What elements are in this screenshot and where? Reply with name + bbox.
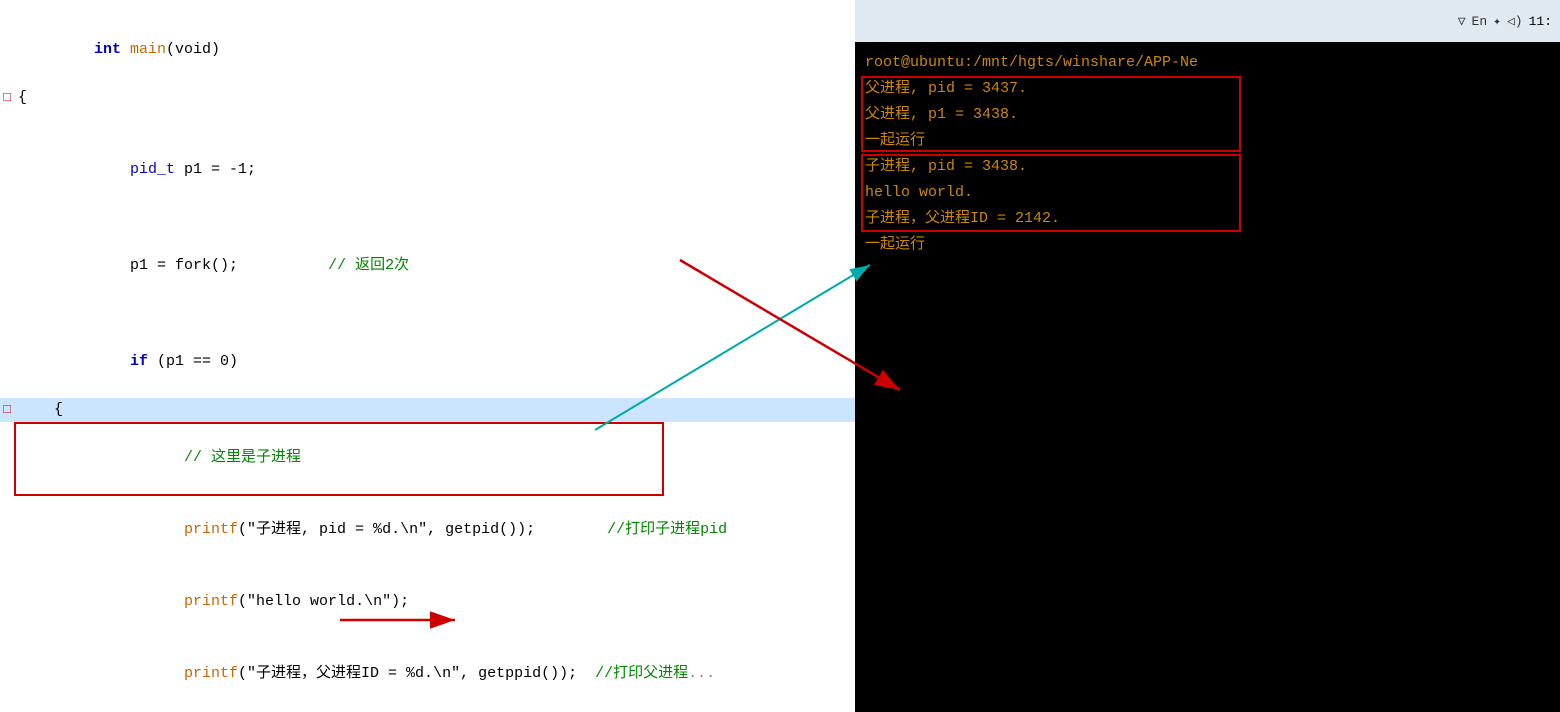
type-pid: pid_t — [130, 161, 175, 178]
code-line-if1: if (p1 == 0) — [0, 326, 855, 398]
term-child-ppid: 子进程，父进程ID = 2142. — [865, 206, 1550, 232]
child-output-section: 子进程, pid = 3438. hello world. 子进程，父进程ID … — [865, 154, 1550, 232]
clock: 11: — [1529, 14, 1552, 29]
wifi-icon: ▽ — [1458, 14, 1466, 29]
term-parent-pid: 父进程, pid = 3437. — [865, 76, 1550, 102]
terminal-line-path: root@ubuntu:/mnt/hgts/winshare/APP-Ne — [865, 50, 1550, 76]
term-child-pid: 子进程, pid = 3438. — [865, 154, 1550, 180]
blank-line — [0, 206, 855, 230]
child-printf3: printf("子进程，父进程ID = %d.\n", getppid()); … — [18, 638, 855, 710]
term-together-2: 一起运行 — [865, 232, 1550, 258]
code-line-2: □ { — [0, 86, 855, 110]
child-printf2: printf("hello world.\n"); — [18, 566, 855, 638]
code-panel: int main(void) □ { pid_t p1 = -1; p1 = f… — [0, 0, 855, 712]
function-main: main — [130, 41, 166, 58]
code-line-4: pid_t p1 = -1; — [0, 134, 855, 206]
bluetooth-icon: ✦ — [1493, 14, 1501, 29]
line-marker-2: □ — [0, 86, 14, 110]
term-together-1: 一起运行 — [865, 128, 1550, 154]
term-hello: hello world. — [865, 180, 1550, 206]
code-line-open-brace1: □ { — [0, 398, 855, 422]
blank-line — [0, 110, 855, 134]
keyword-int: int — [94, 41, 130, 58]
terminal: root@ubuntu:/mnt/hgts/winshare/APP-Ne 父进… — [855, 42, 1560, 712]
right-panel: ▽ En ✦ ◁) 11: root@ubuntu:/mnt/hgts/wins… — [855, 0, 1560, 712]
child-process-block: // 这里是子进程 printf("子进程, pid = %d.\n", get… — [18, 422, 855, 710]
term-parent-p1: 父进程, p1 = 3438. — [865, 102, 1550, 128]
code-line-1: int main(void) — [0, 14, 855, 86]
child-printf1: printf("子进程, pid = %d.\n", getpid()); //… — [18, 494, 855, 566]
child-comment-line: // 这里是子进程 — [18, 422, 855, 494]
taskbar: ▽ En ✦ ◁) 11: — [855, 0, 1560, 42]
line-marker-brace1: □ — [0, 398, 14, 422]
blank-line — [0, 302, 855, 326]
parent-output-section: 父进程, pid = 3437. 父进程, p1 = 3438. 一起运行 — [865, 76, 1550, 154]
lang-icon: En — [1472, 14, 1488, 29]
code-line-fork: p1 = fork(); // 返回2次 — [0, 230, 855, 302]
volume-icon: ◁) — [1507, 14, 1523, 29]
